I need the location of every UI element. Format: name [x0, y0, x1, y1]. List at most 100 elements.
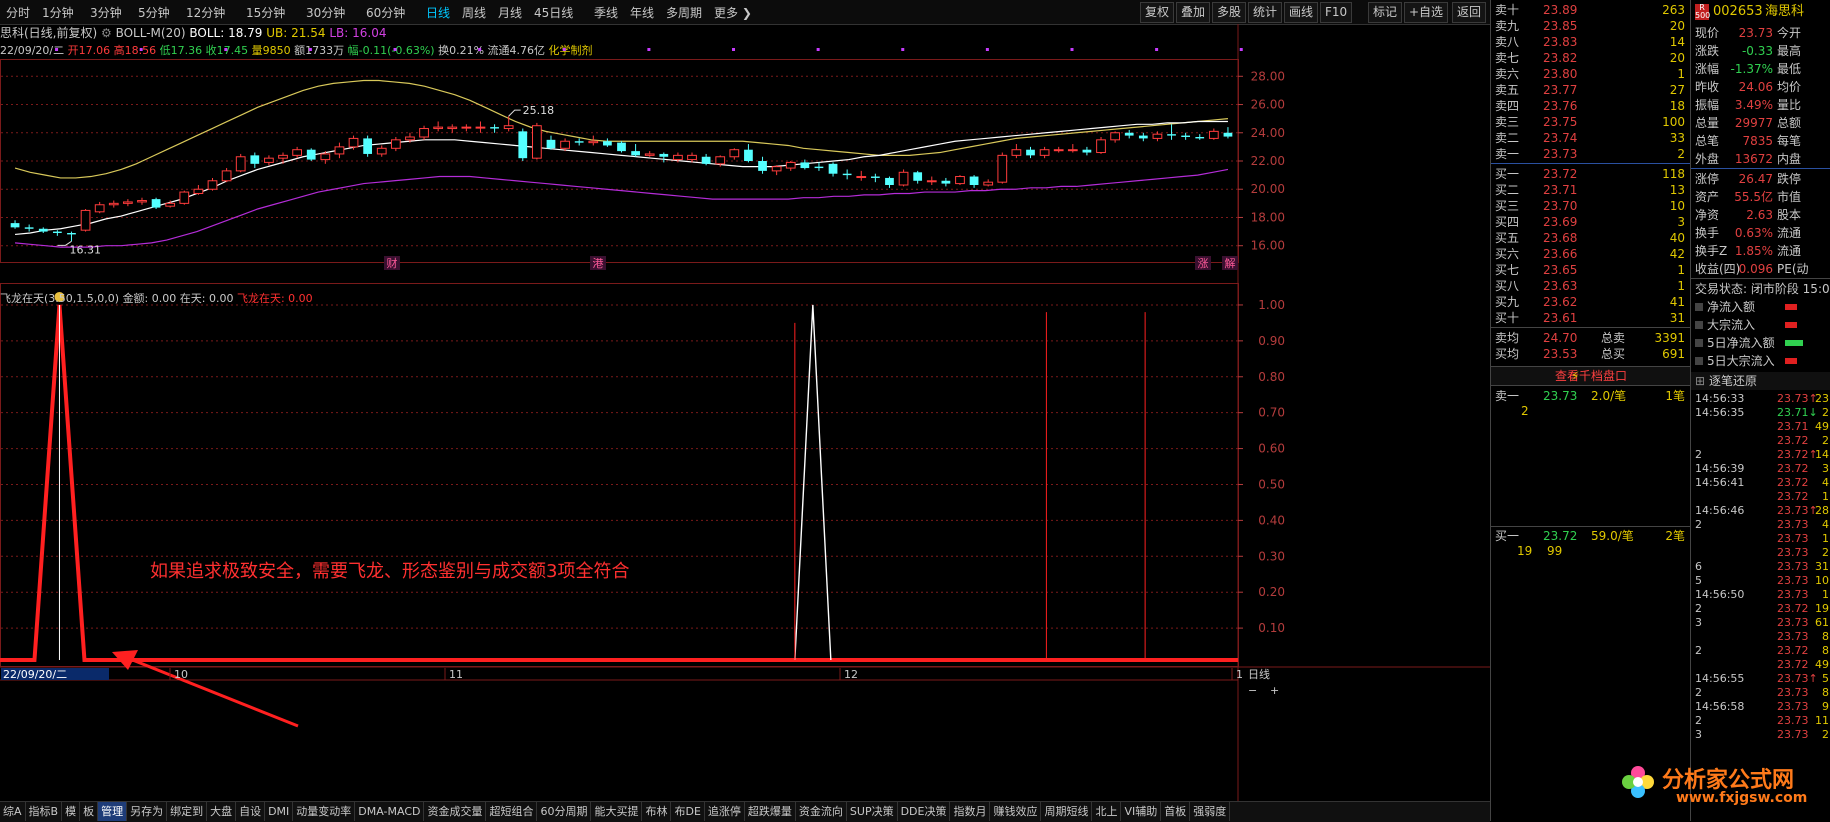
bid-price: 23.66 [1543, 247, 1578, 261]
bottom-tab-5[interactable]: 另存为 [127, 802, 168, 821]
bottom-tab-17[interactable]: 布DE [671, 802, 705, 821]
ask-row-8[interactable]: 卖二 23.74 33 [1491, 130, 1691, 146]
bid-row-5[interactable]: 买六 23.66 42 [1491, 246, 1691, 262]
bottom-tab-24[interactable]: 赚钱效应 [990, 802, 1042, 821]
flow-row-1[interactable]: 大宗流入 [1691, 316, 1830, 334]
candle-body-up [390, 139, 401, 149]
x-axis-period: 日线 [1248, 667, 1270, 681]
bottom-tab-20[interactable]: 资金流向 [796, 802, 847, 821]
tick-time: 6 [1695, 560, 1702, 573]
info-row-0: 现价 23.73 今开 [1691, 24, 1830, 42]
bottom-tab-25[interactable]: 周期短线 [1041, 802, 1093, 821]
ind-tick-label-6: 0.40 [1258, 513, 1285, 527]
bid-row-3[interactable]: 买四 23.69 3 [1491, 214, 1691, 230]
bottom-tab-2[interactable]: 模 [62, 802, 81, 821]
tick-row-11: 23.73 2 [1691, 546, 1830, 560]
bottom-tab-3[interactable]: 板 [80, 802, 99, 821]
bottom-tab-11[interactable]: DMA-MACD [355, 802, 425, 821]
info-key-2: 今开 [1777, 26, 1802, 40]
info-row-8: 涨停 26.47 跌停 [1691, 170, 1830, 188]
candle-body-down [574, 141, 584, 143]
bottom-tab-8[interactable]: 自设 [236, 802, 266, 821]
avg-bid-row: 买均 23.53 总买 691 [1491, 346, 1691, 362]
bottom-tab-13[interactable]: 超短组合 [486, 802, 538, 821]
bid-row-4[interactable]: 买五 23.68 40 [1491, 230, 1691, 246]
bottom-tab-15[interactable]: 能大买提 [591, 802, 643, 821]
bottom-tab-29[interactable]: 强弱度 [1190, 802, 1231, 821]
bid-price: 23.69 [1543, 215, 1578, 229]
bottom-tab-9[interactable]: DMI [265, 802, 294, 821]
ask-row-1[interactable]: 卖九 23.85 20 [1491, 18, 1691, 34]
bottom-tab-18[interactable]: 追涨停 [705, 802, 745, 821]
candle-body-down [1195, 137, 1205, 139]
bottom-tab-19[interactable]: 超跌爆量 [745, 802, 796, 821]
avg-price: 23.53 [1543, 347, 1578, 361]
x-axis-month-2: 11 [449, 668, 463, 681]
bottom-tab-26[interactable]: 北上 [1092, 802, 1122, 821]
kline-chart[interactable]: 财 港 涨 解 28.00 26.00 24.00 22.00 20.00 18.00 16.00… [0, 0, 1490, 801]
event-dot [478, 48, 482, 51]
bottom-tab-16[interactable]: 布林 [642, 802, 672, 821]
bottom-tab-14[interactable]: 60分周期 [537, 802, 592, 821]
bottom-tab-28[interactable]: 首板 [1161, 802, 1191, 821]
bottom-tab-12[interactable]: 资金成交量 [424, 802, 487, 821]
bottom-tab-27[interactable]: VI辅助 [1121, 802, 1162, 821]
tick-time: 2 [1695, 448, 1702, 461]
event-dot [1070, 48, 1074, 51]
ask-row-4[interactable]: 卖六 23.80 1 [1491, 66, 1691, 82]
bottom-tab-7[interactable]: 大盘 [207, 802, 237, 821]
bottom-tab-10[interactable]: 动量变动率 [293, 802, 356, 821]
candle-body-up [221, 170, 232, 182]
flow-row-3[interactable]: 5日大宗流入 [1691, 352, 1830, 370]
bottom-tab-6[interactable]: 绑定到 [167, 802, 208, 821]
bottom-tab-4[interactable]: 管理 [98, 802, 128, 821]
ask-row-9[interactable]: 卖一 23.73 2 [1491, 146, 1691, 162]
bid-row-6[interactable]: 买七 23.65 1 [1491, 262, 1691, 278]
bid-row-1[interactable]: 买二 23.71 13 [1491, 182, 1691, 198]
bid-row-9[interactable]: 买十 23.61 31 [1491, 310, 1691, 326]
tick-volume: 8 [1822, 686, 1829, 699]
bid-row-2[interactable]: 买三 23.70 10 [1491, 198, 1691, 214]
ask-row-0[interactable]: 卖十 23.89 263 [1491, 2, 1691, 18]
flow-row-2[interactable]: 5日净流入额 [1691, 334, 1830, 352]
tick-row-22: 14:56:58 23.73 9 [1691, 700, 1830, 714]
ind-tick-label-5: 0.50 [1258, 477, 1285, 491]
info-row-10: 净资 2.63 股本 [1691, 206, 1830, 224]
candle-body-down [250, 155, 260, 164]
buy1-price: 23.72 [1543, 529, 1578, 543]
bid-row-8[interactable]: 买九 23.62 41 [1491, 294, 1691, 310]
ask-row-2[interactable]: 卖八 23.83 14 [1491, 34, 1691, 50]
bid-label: 买六 [1495, 247, 1520, 261]
bottom-tab-1[interactable]: 指标B [26, 802, 63, 821]
depth-button[interactable]: 查看千档盘口 ⚡ [1491, 366, 1691, 386]
tick-volume: 1 [1822, 490, 1829, 503]
tick-price: 23.72 [1777, 490, 1809, 503]
ask-price: 23.76 [1543, 99, 1578, 113]
indicator-header-name[interactable]: 飞龙在天(3.50,1.5,0,0) [0, 292, 119, 305]
tick-time: 14:56:55 [1695, 672, 1745, 685]
ask-volume: 20 [1669, 19, 1685, 33]
sell1-queue-row: 卖一 23.73 2.0/笔 1笔 [1491, 388, 1691, 404]
ask-row-3[interactable]: 卖七 23.82 20 [1491, 50, 1691, 66]
ask-row-6[interactable]: 卖四 23.76 18 [1491, 98, 1691, 114]
info-key: 昨收 [1695, 80, 1720, 94]
bottom-tab-0[interactable]: 综A [0, 802, 26, 821]
annotation-text: 如果追求极致安全，需要飞龙、形态鉴别与成交额3项全符合 [150, 561, 630, 582]
ask-label: 卖八 [1495, 35, 1520, 49]
ind-tick-label-8: 0.20 [1258, 585, 1285, 599]
bid-row-0[interactable]: 买一 23.72 118 [1491, 166, 1691, 182]
candle-body-up [165, 202, 176, 207]
bottom-tab-23[interactable]: 指数月 [950, 802, 991, 821]
stock-code[interactable]: 002653 [1713, 2, 1763, 22]
bottom-tab-22[interactable]: DDE决策 [898, 802, 951, 821]
ticks-title[interactable]: 逐笔还原 [1709, 372, 1757, 390]
event-dot [901, 48, 905, 51]
ask-row-5[interactable]: 卖五 23.77 27 [1491, 82, 1691, 98]
bid-row-7[interactable]: 买八 23.63 1 [1491, 278, 1691, 294]
flow-row-0[interactable]: 净流入额 [1691, 298, 1830, 316]
ask-row-7[interactable]: 卖三 23.75 100 [1491, 114, 1691, 130]
stock-name[interactable]: 海思科 [1765, 2, 1804, 22]
bid-volume: 1 [1677, 279, 1685, 293]
ask-label: 卖六 [1495, 67, 1520, 81]
bottom-tab-21[interactable]: SUP决策 [847, 802, 898, 821]
